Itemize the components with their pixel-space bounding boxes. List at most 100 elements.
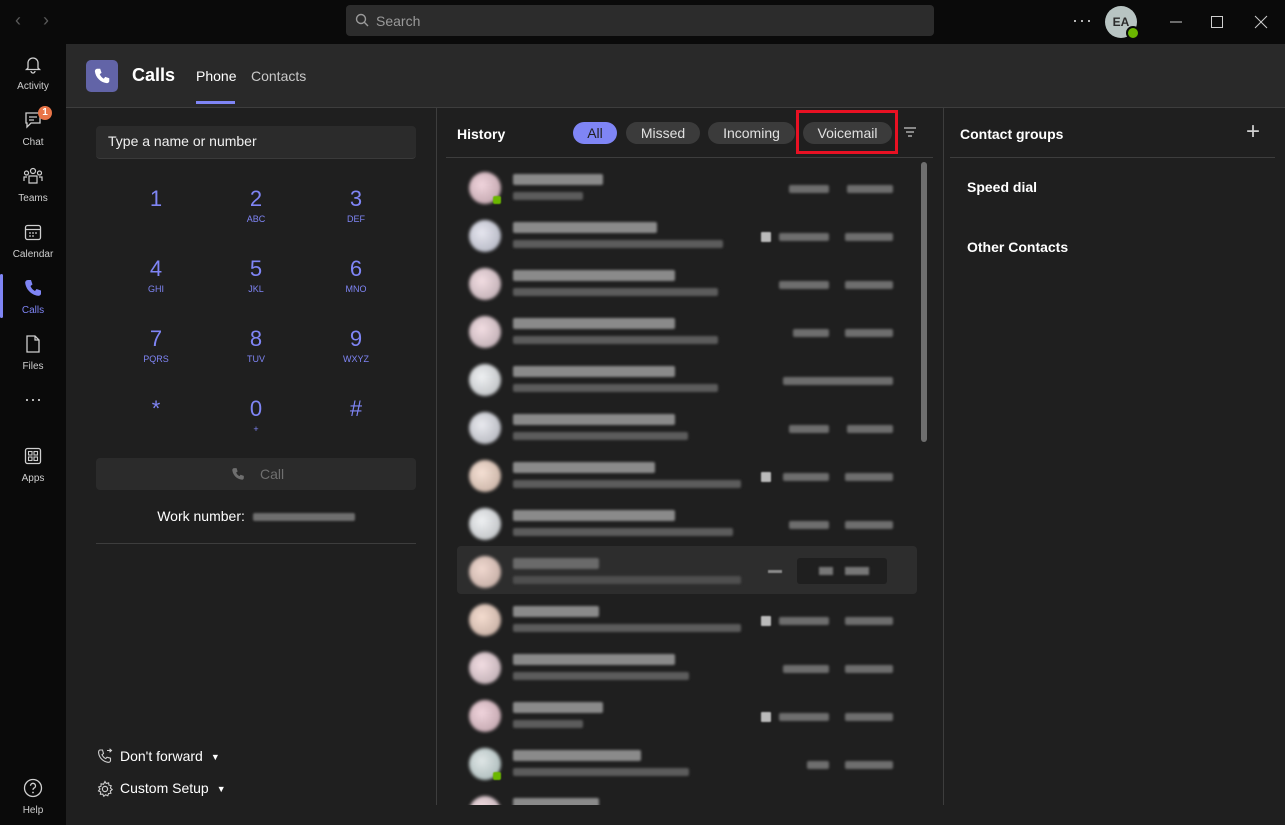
call-button-label: Call	[260, 466, 285, 482]
dialpad-key-5[interactable]: 5 JKL	[216, 256, 296, 312]
rail-item-files[interactable]: Files	[0, 324, 66, 380]
history-row[interactable]	[457, 402, 917, 450]
dialpad-key-4[interactable]: 4 GHI	[116, 256, 196, 312]
history-row[interactable]	[457, 162, 917, 210]
history-row[interactable]	[457, 738, 917, 786]
key-digit: 7	[149, 326, 163, 351]
unread-badge: 1	[38, 106, 52, 120]
contact-groups-title: Contact groups	[960, 126, 1064, 142]
close-icon[interactable]	[1251, 12, 1271, 32]
dialpad-key-3[interactable]: 3 DEF	[316, 186, 396, 242]
redacted-call-duration	[779, 233, 829, 241]
phone-icon	[94, 68, 110, 84]
history-scrollbar[interactable]	[921, 162, 927, 442]
redacted-contact-name	[513, 414, 675, 425]
dialpad-key-0[interactable]: 0 +	[216, 396, 296, 452]
voicemail-indicator-icon	[761, 616, 771, 626]
contact-avatar	[469, 364, 501, 396]
custom-setup-dropdown[interactable]: Custom Setup ▼	[96, 780, 226, 798]
redacted-call-detail	[513, 336, 718, 344]
dialpad-key-9[interactable]: 9 WXYZ	[316, 326, 396, 382]
history-row[interactable]	[457, 642, 917, 690]
redacted-call-date	[845, 473, 893, 481]
forward-setting-dropdown[interactable]: Don't forward ▼	[96, 748, 220, 766]
dial-input[interactable]	[96, 126, 420, 156]
more-actions-icon[interactable]	[768, 570, 782, 573]
back-arrow-icon[interactable]: ‹	[8, 10, 28, 30]
filter-missed[interactable]: Missed	[626, 122, 700, 144]
more-options-icon[interactable]: ···	[1072, 10, 1093, 31]
history-row[interactable]	[457, 354, 917, 402]
key-digit: #	[349, 396, 363, 421]
history-row[interactable]	[457, 450, 917, 498]
divider	[96, 543, 416, 544]
calendar-icon	[24, 224, 42, 241]
filter-incoming[interactable]: Incoming	[708, 122, 795, 144]
key-digit: 0	[249, 396, 263, 421]
forward-arrow-icon[interactable]: ›	[36, 10, 56, 30]
rail-item-teams[interactable]: Teams	[0, 156, 66, 212]
rail-label: Activity	[17, 81, 49, 92]
history-row[interactable]	[457, 306, 917, 354]
voicemail-indicator-icon	[761, 232, 771, 242]
contact-avatar	[469, 460, 501, 492]
dialpad-key-star[interactable]: *	[116, 396, 196, 452]
maximize-icon[interactable]	[1207, 12, 1227, 32]
history-row[interactable]	[457, 690, 917, 738]
call-button[interactable]: Call	[96, 458, 416, 490]
redacted-call-detail	[513, 672, 689, 680]
contact-avatar	[469, 220, 501, 252]
redacted-call-detail	[513, 288, 718, 296]
teams-icon	[23, 167, 43, 184]
dialpad-key-7[interactable]: 7 PQRS	[116, 326, 196, 382]
rail-item-chat[interactable]: 1 Chat	[0, 100, 66, 156]
history-row[interactable]	[457, 594, 917, 642]
bell-icon	[24, 57, 42, 74]
redacted-call-detail	[513, 720, 583, 728]
file-icon	[26, 335, 40, 353]
tab-phone[interactable]: Phone	[196, 68, 236, 84]
key-letters: WXYZ	[343, 354, 369, 364]
filter-icon[interactable]	[903, 126, 917, 138]
redacted-call-duration	[779, 713, 829, 721]
history-row[interactable]	[457, 786, 917, 805]
redacted-contact-name	[513, 750, 641, 761]
redacted-call-date	[845, 233, 893, 241]
row-call-button[interactable]	[797, 558, 887, 584]
calls-app-icon	[86, 60, 118, 92]
redacted-contact-name	[513, 606, 599, 617]
dialpad-key-8[interactable]: 8 TUV	[216, 326, 296, 382]
redacted-call-date	[845, 521, 893, 529]
presence-available-icon	[1126, 26, 1140, 40]
filter-all[interactable]: All	[573, 122, 617, 144]
rail-item-help[interactable]: Help	[0, 768, 66, 824]
call-forward-icon	[98, 748, 113, 764]
contact-avatar	[469, 268, 501, 300]
dialpad-key-1[interactable]: 1	[116, 186, 196, 242]
add-contact-group-icon[interactable]: +	[1246, 120, 1260, 144]
redacted-call-duration	[789, 185, 829, 193]
history-row-hovered[interactable]	[457, 546, 917, 594]
dialpad-key-2[interactable]: 2 ABC	[216, 186, 296, 242]
tab-contacts[interactable]: Contacts	[251, 68, 306, 84]
minimize-icon[interactable]	[1166, 12, 1186, 32]
rail-item-calendar[interactable]: Calendar	[0, 212, 66, 268]
history-row[interactable]	[457, 258, 917, 306]
rail-item-calls[interactable]: Calls	[0, 268, 66, 324]
dialpad-key-hash[interactable]: #	[316, 396, 396, 452]
dial-input-container	[96, 126, 420, 159]
group-other-contacts[interactable]: Other Contacts	[967, 239, 1068, 255]
key-letters: PQRS	[143, 354, 169, 364]
key-digit: 1	[149, 186, 163, 211]
rail-item-activity[interactable]: Activity	[0, 44, 66, 100]
active-tab-indicator	[196, 101, 235, 104]
dialpad-key-6[interactable]: 6 MNO	[316, 256, 396, 312]
group-speed-dial[interactable]: Speed dial	[967, 179, 1037, 195]
history-row[interactable]	[457, 210, 917, 258]
rail-more-button[interactable]: ···	[0, 384, 66, 414]
calls-header: Calls Phone Contacts	[66, 44, 1285, 108]
panel-divider	[943, 108, 944, 805]
history-row[interactable]	[457, 498, 917, 546]
rail-item-apps[interactable]: Apps	[0, 436, 66, 492]
search-input[interactable]: Search	[346, 5, 934, 36]
